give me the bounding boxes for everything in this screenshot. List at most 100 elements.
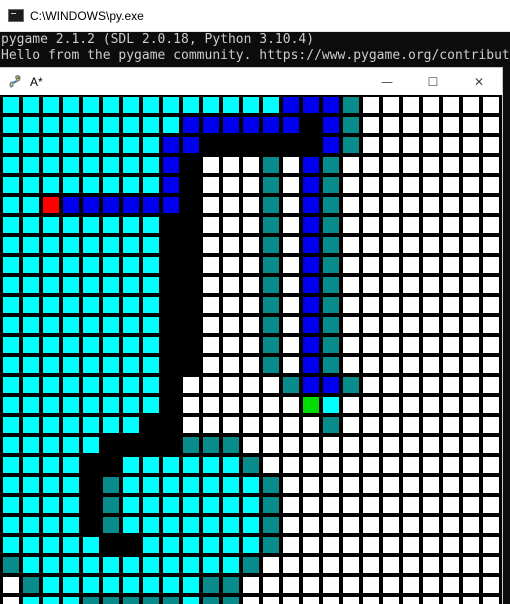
barrier-cell[interactable] — [163, 277, 179, 293]
empty-cell[interactable] — [383, 197, 399, 213]
empty-cell[interactable] — [203, 317, 219, 333]
open-cell[interactable] — [123, 277, 139, 293]
empty-cell[interactable] — [443, 397, 459, 413]
closed-cell[interactable] — [103, 597, 119, 604]
barrier-cell[interactable] — [183, 317, 199, 333]
barrier-cell[interactable] — [163, 377, 179, 393]
open-cell[interactable] — [3, 377, 19, 393]
open-cell[interactable] — [243, 497, 259, 513]
open-cell[interactable] — [183, 497, 199, 513]
empty-cell[interactable] — [363, 317, 379, 333]
open-cell[interactable] — [103, 297, 119, 313]
empty-cell[interactable] — [463, 457, 479, 473]
closed-cell[interactable] — [223, 577, 239, 593]
empty-cell[interactable] — [483, 477, 499, 493]
open-cell[interactable] — [23, 417, 39, 433]
empty-cell[interactable] — [223, 317, 239, 333]
empty-cell[interactable] — [443, 157, 459, 173]
open-cell[interactable] — [63, 577, 79, 593]
empty-cell[interactable] — [343, 417, 359, 433]
open-cell[interactable] — [143, 317, 159, 333]
empty-cell[interactable] — [303, 577, 319, 593]
open-cell[interactable] — [103, 137, 119, 153]
open-cell[interactable] — [203, 537, 219, 553]
empty-cell[interactable] — [243, 337, 259, 353]
empty-cell[interactable] — [483, 117, 499, 133]
empty-cell[interactable] — [203, 257, 219, 273]
open-cell[interactable] — [163, 497, 179, 513]
empty-cell[interactable] — [363, 437, 379, 453]
empty-cell[interactable] — [223, 417, 239, 433]
empty-cell[interactable] — [403, 97, 419, 113]
open-cell[interactable] — [163, 517, 179, 533]
empty-cell[interactable] — [483, 217, 499, 233]
open-cell[interactable] — [23, 177, 39, 193]
open-cell[interactable] — [3, 457, 19, 473]
empty-cell[interactable] — [203, 417, 219, 433]
open-cell[interactable] — [103, 277, 119, 293]
open-cell[interactable] — [43, 117, 59, 133]
closed-cell[interactable] — [323, 317, 339, 333]
open-cell[interactable] — [83, 377, 99, 393]
barrier-cell[interactable] — [263, 137, 279, 153]
empty-cell[interactable] — [423, 177, 439, 193]
open-cell[interactable] — [63, 357, 79, 373]
closed-cell[interactable] — [103, 517, 119, 533]
empty-cell[interactable] — [483, 137, 499, 153]
closed-cell[interactable] — [3, 557, 19, 573]
open-cell[interactable] — [3, 257, 19, 273]
path-cell[interactable] — [183, 117, 199, 133]
empty-cell[interactable] — [423, 337, 439, 353]
barrier-cell[interactable] — [123, 537, 139, 553]
open-cell[interactable] — [23, 397, 39, 413]
path-cell[interactable] — [163, 177, 179, 193]
open-cell[interactable] — [43, 357, 59, 373]
empty-cell[interactable] — [383, 417, 399, 433]
empty-cell[interactable] — [383, 277, 399, 293]
open-cell[interactable] — [3, 357, 19, 373]
empty-cell[interactable] — [283, 337, 299, 353]
empty-cell[interactable] — [383, 597, 399, 604]
path-cell[interactable] — [163, 157, 179, 173]
empty-cell[interactable] — [283, 257, 299, 273]
open-cell[interactable] — [163, 457, 179, 473]
empty-cell[interactable] — [363, 517, 379, 533]
empty-cell[interactable] — [363, 257, 379, 273]
open-cell[interactable] — [83, 317, 99, 333]
path-cell[interactable] — [323, 137, 339, 153]
empty-cell[interactable] — [423, 137, 439, 153]
closed-cell[interactable] — [343, 117, 359, 133]
empty-cell[interactable] — [463, 237, 479, 253]
open-cell[interactable] — [203, 497, 219, 513]
empty-cell[interactable] — [443, 497, 459, 513]
empty-cell[interactable] — [403, 477, 419, 493]
open-cell[interactable] — [63, 337, 79, 353]
empty-cell[interactable] — [463, 417, 479, 433]
empty-cell[interactable] — [483, 517, 499, 533]
open-cell[interactable] — [23, 297, 39, 313]
open-cell[interactable] — [143, 217, 159, 233]
open-cell[interactable] — [3, 157, 19, 173]
barrier-cell[interactable] — [103, 537, 119, 553]
open-cell[interactable] — [83, 217, 99, 233]
empty-cell[interactable] — [403, 437, 419, 453]
empty-cell[interactable] — [403, 317, 419, 333]
empty-cell[interactable] — [463, 357, 479, 373]
path-cell[interactable] — [203, 117, 219, 133]
open-cell[interactable] — [83, 297, 99, 313]
empty-cell[interactable] — [483, 497, 499, 513]
open-cell[interactable] — [63, 217, 79, 233]
open-cell[interactable] — [123, 337, 139, 353]
open-cell[interactable] — [223, 457, 239, 473]
empty-cell[interactable] — [343, 317, 359, 333]
open-cell[interactable] — [23, 217, 39, 233]
open-cell[interactable] — [103, 237, 119, 253]
empty-cell[interactable] — [263, 397, 279, 413]
empty-cell[interactable] — [463, 597, 479, 604]
open-cell[interactable] — [3, 497, 19, 513]
empty-cell[interactable] — [423, 437, 439, 453]
empty-cell[interactable] — [423, 197, 439, 213]
empty-cell[interactable] — [483, 317, 499, 333]
empty-cell[interactable] — [443, 277, 459, 293]
empty-cell[interactable] — [383, 317, 399, 333]
